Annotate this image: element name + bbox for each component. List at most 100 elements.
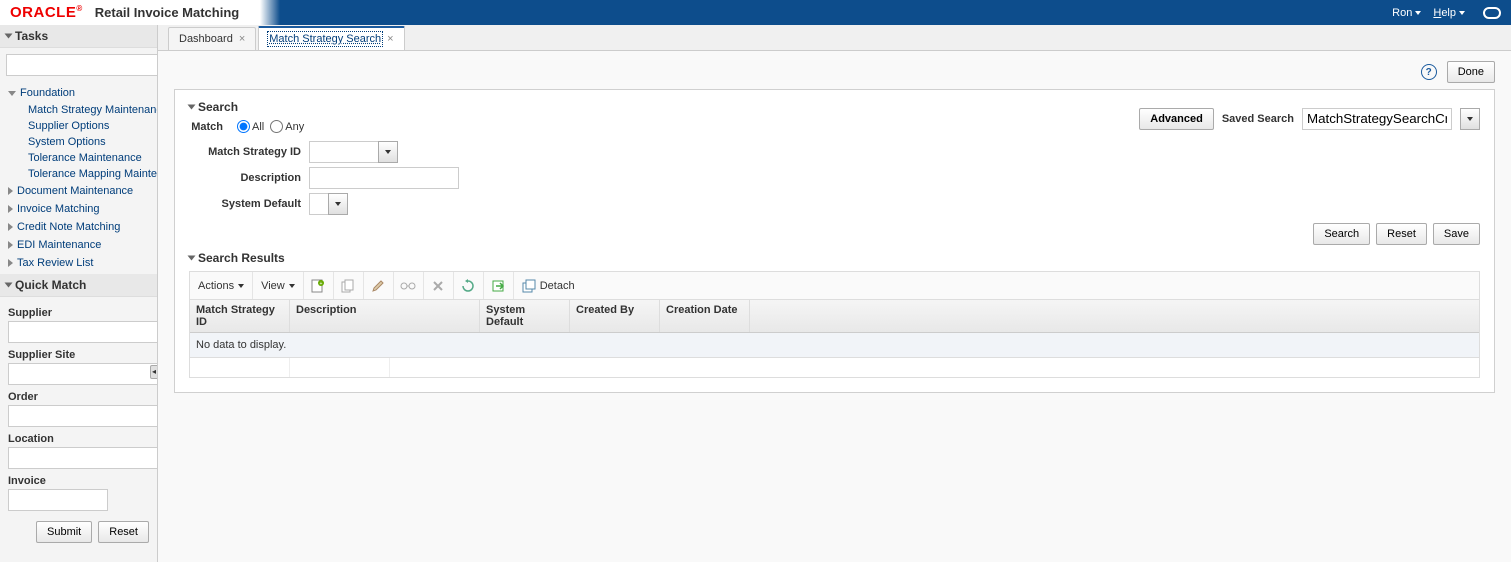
help-menu[interactable]: Help — [1433, 7, 1465, 19]
tree-item-tax-review[interactable]: Tax Review List — [0, 254, 157, 272]
disclose-icon — [5, 283, 13, 288]
close-icon[interactable]: × — [387, 33, 393, 45]
user-menu[interactable]: Ron — [1392, 7, 1421, 19]
global-header: ORACLE® Retail Invoice Matching Ron Help — [0, 0, 1511, 25]
qm-label-order: Order — [8, 391, 149, 403]
done-button[interactable]: Done — [1447, 61, 1495, 83]
tree-item-foundation[interactable]: Foundation — [0, 84, 157, 102]
disclose-icon — [5, 34, 13, 39]
delete-icon[interactable] — [424, 272, 454, 299]
tree-item-credit-note[interactable]: Credit Note Matching — [0, 218, 157, 236]
tab-label: Dashboard — [179, 33, 233, 45]
expand-icon — [8, 91, 16, 96]
actions-menu[interactable]: Actions — [190, 272, 253, 299]
save-button[interactable]: Save — [1433, 223, 1480, 245]
help-icon[interactable]: ? — [1421, 64, 1437, 80]
results-toolbar: Actions View + Detach — [189, 271, 1480, 299]
quick-match-header[interactable]: Quick Match — [0, 274, 157, 297]
export-icon[interactable] — [484, 272, 514, 299]
sidebar: Tasks Foundation Match Strategy Maintena… — [0, 25, 158, 562]
tab-match-strategy-search[interactable]: Match Strategy Search × — [258, 26, 404, 50]
search-section-header[interactable]: Search — [189, 100, 304, 114]
chevron-down-icon — [1415, 11, 1421, 15]
system-default-input[interactable] — [309, 193, 329, 215]
tree-item-system-options[interactable]: System Options — [0, 134, 157, 150]
tasks-search-input[interactable] — [6, 54, 158, 76]
qm-location-input[interactable] — [8, 447, 158, 469]
saved-search-dropdown[interactable] — [1460, 108, 1480, 130]
svg-text:+: + — [320, 281, 323, 287]
qm-label-invoice: Invoice — [8, 475, 149, 487]
grid-footer — [190, 357, 1479, 377]
qm-submit-button[interactable]: Submit — [36, 521, 92, 543]
qm-invoice-input[interactable] — [8, 489, 108, 511]
detach-button[interactable]: Detach — [514, 272, 583, 299]
expand-icon — [8, 259, 13, 267]
tasks-tree: Foundation Match Strategy Maintenance Su… — [0, 82, 157, 274]
qm-order-input[interactable] — [8, 405, 158, 427]
match-any-label: Any — [285, 121, 304, 133]
match-strategy-id-dropdown[interactable] — [378, 141, 398, 163]
view-icon[interactable] — [394, 272, 424, 299]
qm-label-supplier-site: Supplier Site — [8, 349, 149, 361]
tasks-panel-header[interactable]: Tasks — [0, 25, 157, 48]
results-header-label: Search Results — [198, 251, 285, 265]
tab-label: Match Strategy Search — [269, 33, 381, 45]
col-creation-date[interactable]: Creation Date — [660, 300, 750, 332]
create-icon[interactable]: + — [304, 272, 334, 299]
sidebar-collapse-handle[interactable]: ◂ — [150, 365, 158, 379]
match-strategy-id-input[interactable] — [309, 141, 379, 163]
content-area: Dashboard × Match Strategy Search × ? Do… — [158, 25, 1511, 562]
reset-button[interactable]: Reset — [1376, 223, 1427, 245]
detach-label: Detach — [540, 280, 575, 292]
chevron-down-icon — [1459, 11, 1465, 15]
results-grid: Match Strategy ID Description System Def… — [189, 299, 1480, 378]
expand-icon — [8, 187, 13, 195]
description-label: Description — [189, 172, 309, 184]
search-header-label: Search — [198, 100, 238, 114]
tree-item-edi-maint[interactable]: EDI Maintenance — [0, 236, 157, 254]
saved-search-select[interactable] — [1302, 108, 1452, 130]
col-system-default[interactable]: System Default — [480, 300, 570, 332]
advanced-button[interactable]: Advanced — [1139, 108, 1214, 130]
view-menu[interactable]: View — [253, 272, 304, 299]
match-label: Match — [189, 121, 231, 133]
col-match-strategy-id[interactable]: Match Strategy ID — [190, 300, 290, 332]
oracle-icon — [1483, 7, 1501, 19]
grid-header: Match Strategy ID Description System Def… — [190, 300, 1479, 333]
tree-item-match-strategy[interactable]: Match Strategy Maintenance — [0, 102, 157, 118]
search-button[interactable]: Search — [1313, 223, 1370, 245]
col-description[interactable]: Description — [290, 300, 480, 332]
tree-item-tolerance-maint[interactable]: Tolerance Maintenance — [0, 150, 157, 166]
col-created-by[interactable]: Created By — [570, 300, 660, 332]
tree-item-invoice-matching[interactable]: Invoice Matching — [0, 200, 157, 218]
expand-icon — [8, 223, 13, 231]
tree-item-doc-maint[interactable]: Document Maintenance — [0, 182, 157, 200]
grid-no-data: No data to display. — [190, 333, 1479, 357]
duplicate-icon[interactable] — [334, 272, 364, 299]
qm-reset-button[interactable]: Reset — [98, 521, 149, 543]
match-any-radio[interactable] — [270, 120, 283, 133]
detach-icon — [522, 279, 536, 293]
expand-icon — [8, 241, 13, 249]
match-all-label: All — [252, 121, 264, 133]
disclose-icon — [188, 256, 196, 261]
app-title: Retail Invoice Matching — [95, 5, 239, 20]
oracle-logo: ORACLE® — [10, 4, 83, 21]
close-icon[interactable]: × — [239, 33, 245, 45]
qm-label-supplier: Supplier — [8, 307, 149, 319]
quick-match-header-label: Quick Match — [15, 278, 86, 292]
tree-item-supplier-options[interactable]: Supplier Options — [0, 118, 157, 134]
match-strategy-id-label: Match Strategy ID — [189, 146, 309, 158]
edit-icon[interactable] — [364, 272, 394, 299]
tree-item-tolerance-mapping[interactable]: Tolerance Mapping Maintena — [0, 166, 157, 182]
refresh-icon[interactable] — [454, 272, 484, 299]
tab-dashboard[interactable]: Dashboard × — [168, 27, 256, 50]
qm-supplier-site-input[interactable] — [8, 363, 158, 385]
results-section-header[interactable]: Search Results — [189, 251, 1480, 265]
system-default-dropdown[interactable] — [328, 193, 348, 215]
description-input[interactable] — [309, 167, 459, 189]
saved-search-label: Saved Search — [1222, 113, 1294, 125]
match-all-radio[interactable] — [237, 120, 250, 133]
qm-supplier-input[interactable] — [8, 321, 158, 343]
